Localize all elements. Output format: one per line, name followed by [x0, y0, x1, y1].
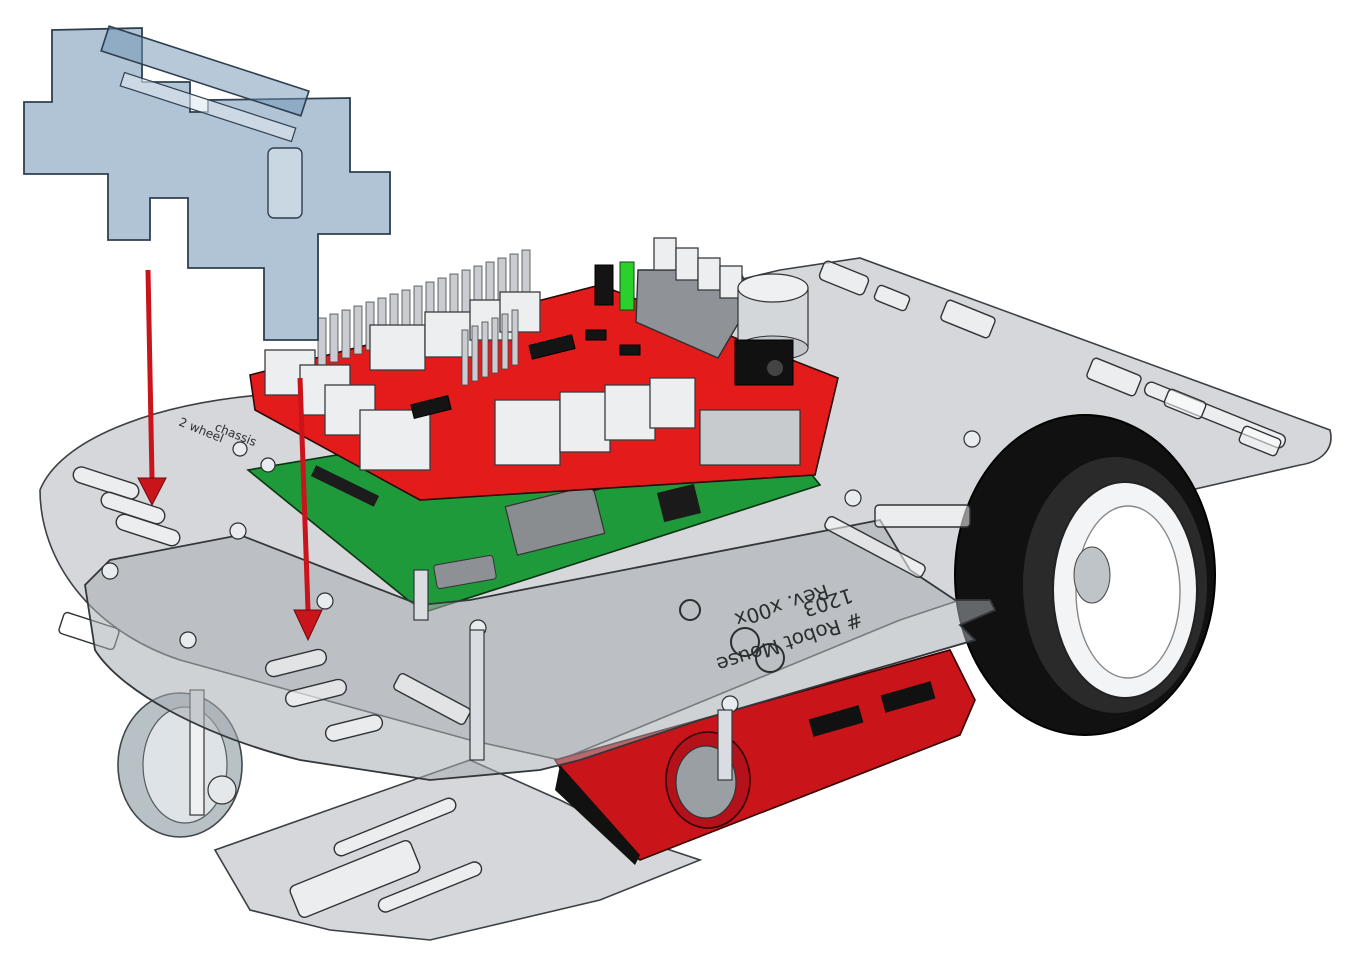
alignment-tool	[23, 25, 391, 341]
robot-assembly-diagram: 2 wheel chassis # Robot Mouse 1203 Rev. …	[23, 25, 1332, 941]
drive-wheel	[954, 414, 1216, 736]
